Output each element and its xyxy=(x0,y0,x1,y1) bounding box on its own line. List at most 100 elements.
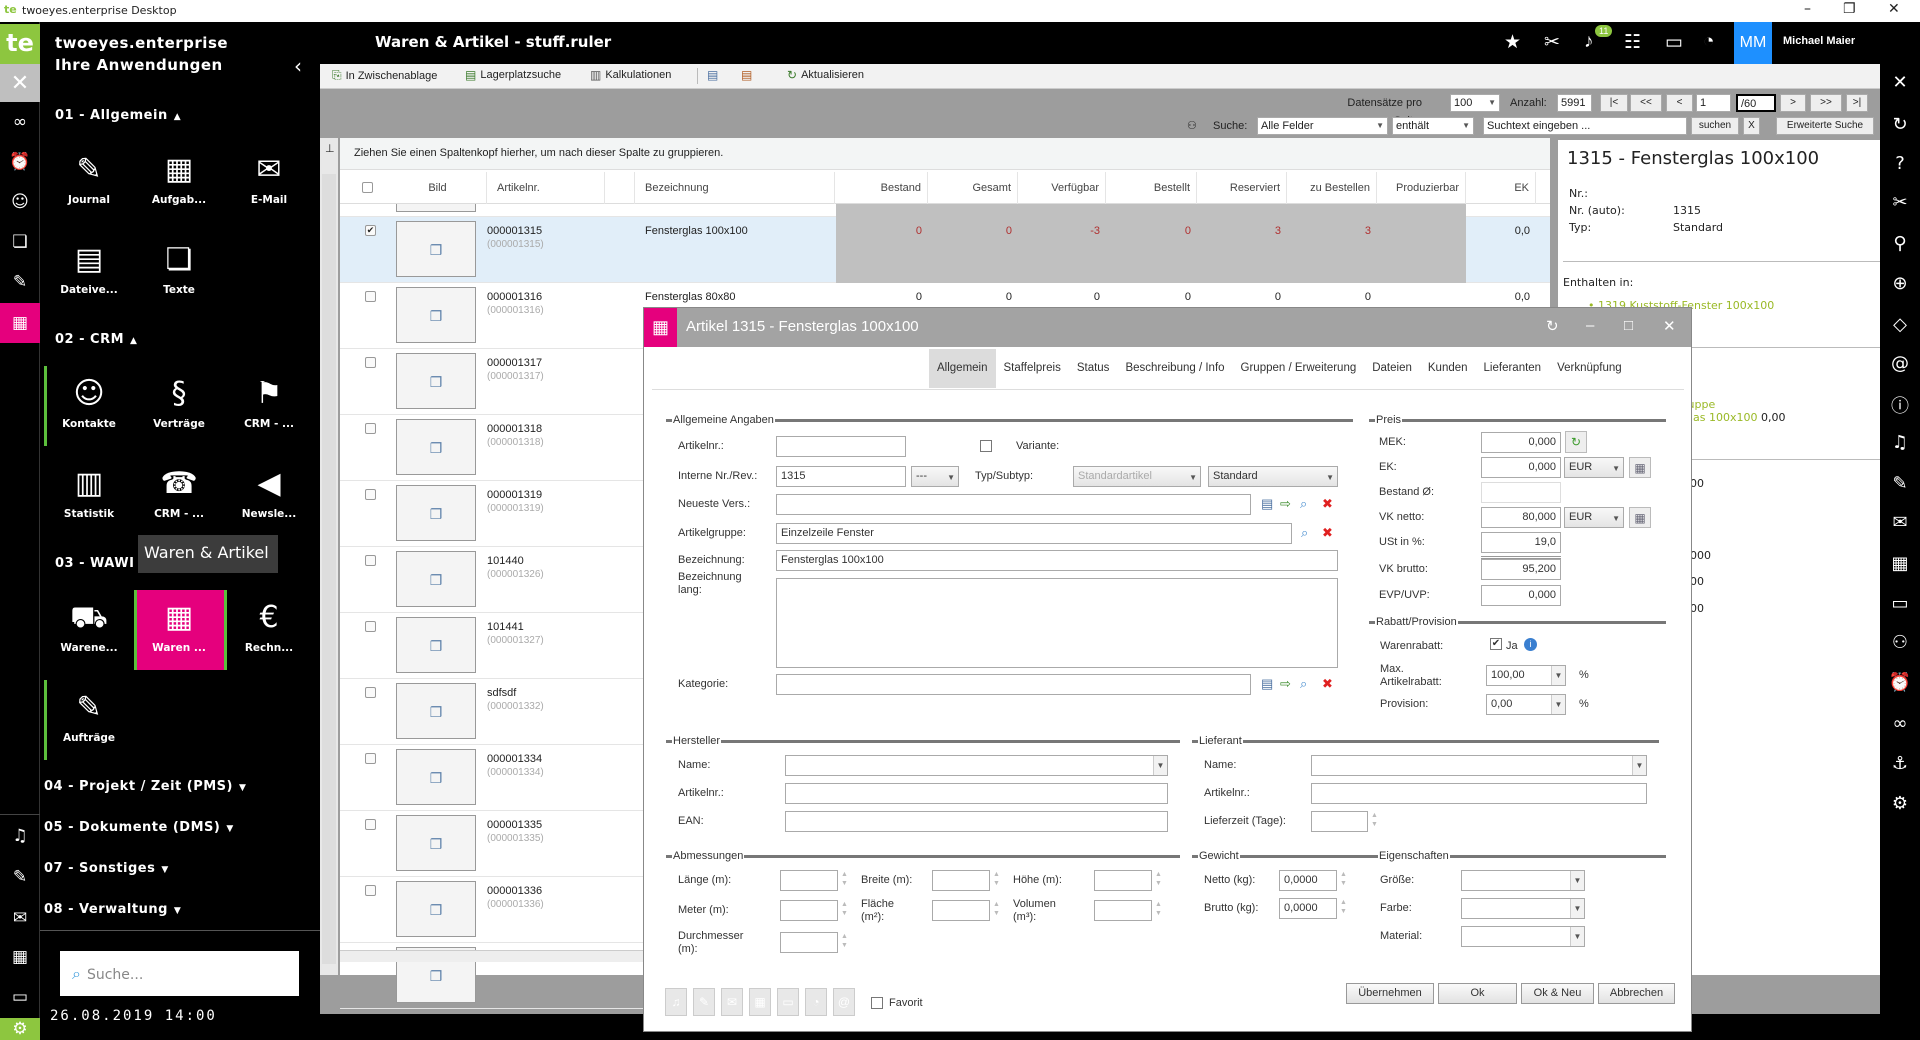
spinner-arrows-icon[interactable]: ▲ ▼ xyxy=(841,932,848,950)
tab-staffelpreis[interactable]: Staffelpreis xyxy=(996,349,1069,388)
list-icon[interactable]: ▤ xyxy=(1261,676,1273,692)
at-icon[interactable]: @ xyxy=(1880,353,1920,374)
spinner-arrows-icon[interactable]: ▲ ▼ xyxy=(841,870,848,888)
column-header-stock[interactable]: Bestellt xyxy=(1106,172,1197,204)
list-icon[interactable]: ▤ xyxy=(1261,496,1273,512)
app-tile[interactable]: ☺ Kontakte xyxy=(44,366,134,446)
row-checkbox[interactable] xyxy=(365,291,376,302)
tab-dateien[interactable]: Dateien xyxy=(1364,349,1420,388)
app-group-header[interactable]: 05 - Dokumente (DMS) ▼ xyxy=(44,807,320,848)
row-checkbox[interactable] xyxy=(365,555,376,566)
info-icon[interactable]: i xyxy=(1524,638,1537,651)
collapse-sidebar-chevron-icon[interactable]: ‹ xyxy=(294,54,302,78)
add-appointment-icon[interactable]: ▦ xyxy=(1880,553,1920,574)
add-reminder-icon[interactable]: ♫ xyxy=(1880,432,1920,453)
spinner-arrows-icon[interactable]: ▲ ▼ xyxy=(1155,900,1162,918)
column-header-stock[interactable]: Produzierbar xyxy=(1377,172,1466,204)
location-pin-icon[interactable]: ⚲ xyxy=(1880,233,1920,254)
vertical-scrollbar[interactable] xyxy=(322,174,336,964)
column-header-stock[interactable]: zu Bestellen xyxy=(1287,172,1377,204)
tab-lieferanten[interactable]: Lieferanten xyxy=(1476,349,1550,388)
app-tile[interactable]: ✎ Aufträge xyxy=(44,680,134,760)
image-thumbnail[interactable]: ❐ xyxy=(396,617,476,673)
app-tile[interactable]: ✎ Journal xyxy=(44,142,134,222)
select-all-checkbox[interactable] xyxy=(362,182,373,193)
column-header-number[interactable]: Artikelnr. xyxy=(487,172,605,204)
fast-prev-button[interactable]: << xyxy=(1630,94,1662,112)
add-appointment-icon[interactable]: ▦ xyxy=(0,939,40,975)
column-header-stock[interactable]: Verfügbar xyxy=(1018,172,1106,204)
variant-checkbox[interactable] xyxy=(980,440,992,452)
search-text-input[interactable]: Suchtext eingeben ... xyxy=(1483,117,1687,135)
image-thumbnail[interactable]: ❐ xyxy=(396,881,476,937)
refresh-button[interactable]: ↻ Aktualisieren xyxy=(787,68,864,82)
sidebar-search-input[interactable]: ⌕ Suche... xyxy=(60,951,299,996)
user-name[interactable]: Michael Maier xyxy=(1783,35,1855,47)
app-group-header[interactable]: 01 - Allgemein ▲ xyxy=(44,94,320,138)
supplier-name-select[interactable]: ▼ xyxy=(1311,755,1647,776)
column-header-stock[interactable]: Reserviert xyxy=(1197,172,1287,204)
pin-icon[interactable]: ⊥ xyxy=(325,142,335,155)
column-header-stock[interactable]: Bestand xyxy=(836,172,928,204)
alarm-clock-icon[interactable]: ⏰ xyxy=(1880,672,1920,693)
search-field-select[interactable]: Alle Felder ▼ xyxy=(1257,117,1388,135)
vat-input[interactable]: 19,0 xyxy=(1481,532,1561,553)
app-tile[interactable]: ☎ CRM - ... xyxy=(134,456,224,536)
revision-select[interactable]: --- ▼ xyxy=(911,466,959,487)
spinner-arrows-icon[interactable]: ▲ ▼ xyxy=(993,870,1000,888)
search-operator-select[interactable]: enthält ▼ xyxy=(1392,117,1474,135)
size-select[interactable]: ▼ xyxy=(1461,870,1585,891)
gross-weight-input[interactable]: 0,0000 xyxy=(1279,898,1337,919)
search-icon[interactable]: ⌕ xyxy=(1300,676,1307,692)
add-note-icon[interactable]: ✎ xyxy=(0,859,40,895)
app-tile[interactable]: ▥ Statistik xyxy=(44,456,134,536)
timer-icon[interactable]: ◔ xyxy=(1703,31,1714,53)
diameter-input[interactable] xyxy=(780,932,838,953)
close-sidebar-button[interactable]: ✕ xyxy=(0,64,40,102)
page-input[interactable]: 1 xyxy=(1696,94,1731,112)
table-row[interactable]: ✔ ❐ 000001315 (000001315) Fensterglas 100x10… xyxy=(340,217,1550,283)
first-page-button[interactable]: |< xyxy=(1600,94,1628,112)
restore-window-button[interactable]: ❐ xyxy=(1843,1,1856,17)
dialog-titlebar[interactable]: ▦ Artikel 1315 - Fensterglas 100x100 ↻ –… xyxy=(644,308,1691,347)
goods-stack-icon[interactable]: ▦ xyxy=(0,303,40,343)
article-group-input[interactable]: Einzelzeile Fenster xyxy=(776,523,1292,544)
row-checkbox[interactable] xyxy=(365,753,376,764)
globe-icon[interactable]: ⊕ xyxy=(1880,273,1920,294)
column-header-image[interactable]: Bild xyxy=(389,172,487,204)
clear-search-button[interactable]: X xyxy=(1743,117,1760,135)
id-icon[interactable]: ⓘ xyxy=(1880,392,1920,418)
manufacturer-name-select[interactable]: ▼ xyxy=(785,755,1168,776)
ok-button[interactable]: Ok xyxy=(1438,983,1517,1004)
lead-time-input[interactable] xyxy=(1311,811,1368,832)
app-group-header[interactable]: 02 - CRM ▲ xyxy=(44,318,320,362)
row-checkbox[interactable]: ✔ xyxy=(365,225,376,236)
tab-gruppen-erweiterung[interactable]: Gruppen / Erweiterung xyxy=(1233,349,1365,388)
app-tile[interactable]: ▤ Dateive... xyxy=(44,232,134,312)
internal-nr-input[interactable]: 1315 xyxy=(776,466,906,487)
app-group-header[interactable]: 08 - Verwaltung ▼ xyxy=(44,889,320,930)
image-thumbnail[interactable]: ❐ xyxy=(396,551,476,607)
column-header-name[interactable]: Bezeichnung xyxy=(635,172,835,204)
export-button[interactable]: ▤ xyxy=(707,68,718,82)
fast-next-button[interactable]: >> xyxy=(1810,94,1842,112)
spinner-arrows-icon[interactable]: ▲ ▼ xyxy=(1371,811,1378,829)
table-row-partial[interactable] xyxy=(340,204,1550,217)
image-thumbnail[interactable]: ❐ xyxy=(396,815,476,871)
app-group-header[interactable]: 07 - Sonstiges ▼ xyxy=(44,848,320,889)
max-discount-select[interactable]: 100,00 ▼ xyxy=(1486,665,1566,686)
artikelnr-input[interactable] xyxy=(776,436,906,457)
close-window-button[interactable]: ✕ xyxy=(1888,1,1900,17)
search-icon[interactable]: ⌕ xyxy=(1300,496,1307,512)
open-icon[interactable]: ⇨ xyxy=(1280,496,1291,512)
latest-version-input[interactable] xyxy=(776,494,1251,515)
commission-select[interactable]: 0,00 ▼ xyxy=(1486,694,1566,715)
vk-gross-input[interactable]: 95,200 xyxy=(1481,559,1561,580)
ean-input[interactable] xyxy=(785,811,1168,832)
add-task-icon[interactable]: ▭ xyxy=(1880,593,1920,614)
app-tile[interactable]: ❏ Texte xyxy=(134,232,224,312)
width-input[interactable] xyxy=(932,870,990,891)
network-icon[interactable]: ☷ xyxy=(1624,31,1641,54)
long-name-textarea[interactable] xyxy=(776,578,1338,668)
hierarchy-icon[interactable]: ⚇ xyxy=(1880,632,1920,653)
